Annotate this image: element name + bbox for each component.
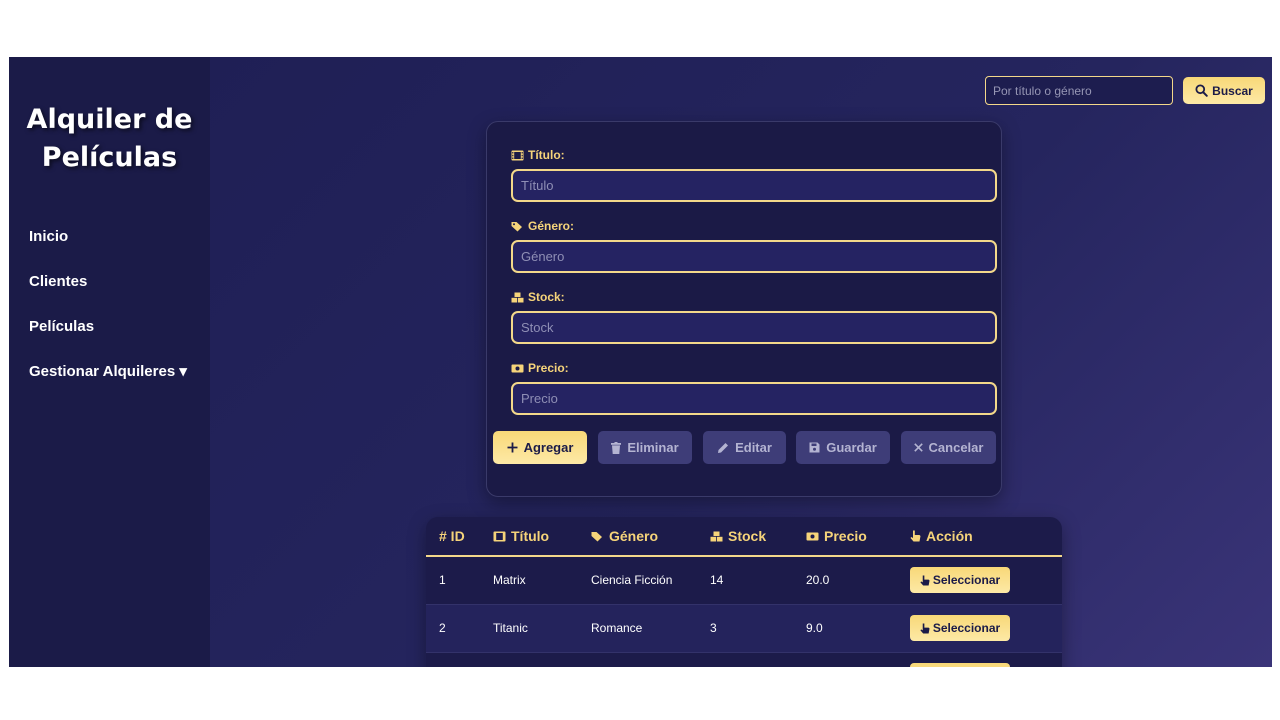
cell-precio: 9.0 bbox=[806, 604, 910, 653]
select-button-partial[interactable] bbox=[910, 663, 1010, 667]
stock-label: Stock: bbox=[511, 290, 565, 304]
titulo-label-text: Título: bbox=[528, 148, 565, 162]
pencil-icon bbox=[717, 442, 729, 454]
table-row-partial bbox=[426, 652, 1062, 667]
col-genero: Género bbox=[591, 517, 710, 557]
cell-accion bbox=[910, 652, 1062, 667]
pointer-icon bbox=[920, 623, 930, 634]
search-icon bbox=[1195, 84, 1208, 97]
col-stock-label: Stock bbox=[728, 528, 767, 544]
col-titulo: Título bbox=[493, 517, 591, 557]
cancel-button-label: Cancelar bbox=[928, 440, 984, 455]
boxes-icon bbox=[710, 531, 723, 542]
cell-stock: 3 bbox=[710, 604, 806, 653]
cell-id: 2 bbox=[426, 604, 493, 653]
brand-title: Alquiler de Películas bbox=[26, 104, 193, 173]
cell-id bbox=[426, 652, 493, 667]
cell-stock bbox=[710, 652, 806, 667]
cancel-button[interactable]: Cancelar bbox=[901, 431, 996, 464]
tags-icon bbox=[511, 221, 524, 232]
add-button-label: Agregar bbox=[523, 440, 574, 455]
edit-button[interactable]: Editar bbox=[703, 431, 786, 464]
money-icon bbox=[511, 363, 524, 374]
plus-icon bbox=[507, 442, 518, 453]
genero-label-text: Género: bbox=[528, 219, 575, 233]
movies-table: # ID Título Género Stock Precio Acción 1… bbox=[426, 517, 1062, 667]
stock-input[interactable] bbox=[511, 311, 997, 344]
col-precio-label: Precio bbox=[824, 528, 867, 544]
col-accion-label: Acción bbox=[926, 528, 973, 544]
col-precio: Precio bbox=[806, 517, 910, 557]
cell-precio bbox=[806, 652, 910, 667]
floppy-icon bbox=[809, 442, 820, 453]
trash-icon bbox=[611, 441, 622, 454]
nav-item-peliculas[interactable]: Películas bbox=[29, 315, 187, 360]
select-button[interactable]: Seleccionar bbox=[910, 567, 1010, 594]
cell-precio: 20.0 bbox=[806, 556, 910, 605]
search-button-label: Buscar bbox=[1212, 83, 1253, 98]
close-icon bbox=[913, 443, 923, 452]
delete-button-label: Eliminar bbox=[627, 440, 679, 455]
col-titulo-label: Título bbox=[511, 528, 550, 544]
nav-item-inicio[interactable]: Inicio bbox=[29, 225, 187, 270]
money-icon bbox=[806, 531, 819, 542]
genero-input[interactable] bbox=[511, 240, 997, 273]
pointer-icon bbox=[910, 530, 921, 542]
tags-icon bbox=[591, 531, 604, 542]
cell-accion: Seleccionar bbox=[910, 604, 1062, 653]
save-button-label: Guardar bbox=[826, 440, 877, 455]
select-button-label: Seleccionar bbox=[932, 573, 1001, 588]
nav-item-gestionar-alquileres[interactable]: Gestionar Alquileres ▾ bbox=[29, 360, 187, 405]
save-button[interactable]: Guardar bbox=[796, 431, 890, 464]
precio-label: Precio: bbox=[511, 361, 569, 375]
edit-button-label: Editar bbox=[735, 440, 772, 455]
col-id: # ID bbox=[426, 517, 493, 557]
col-id-label: # ID bbox=[439, 528, 465, 544]
precio-label-text: Precio: bbox=[528, 361, 569, 375]
main-content: Buscar Título: Género: Stoc bbox=[210, 57, 1272, 667]
cell-genero bbox=[591, 652, 710, 667]
pointer-icon bbox=[920, 575, 930, 586]
nav-item-clientes[interactable]: Clientes bbox=[29, 270, 187, 315]
search-input[interactable] bbox=[985, 76, 1173, 105]
cell-titulo: Matrix bbox=[493, 556, 591, 605]
col-genero-label: Género bbox=[609, 528, 659, 544]
titulo-input[interactable] bbox=[511, 169, 997, 202]
delete-button[interactable]: Eliminar bbox=[598, 431, 692, 464]
table-row: 2 Titanic Romance 3 9.0 Seleccionar bbox=[426, 604, 1062, 653]
sidebar: Alquiler de Películas Inicio Clientes Pe… bbox=[9, 57, 210, 667]
app-window: Alquiler de Películas Inicio Clientes Pe… bbox=[9, 57, 1272, 667]
select-button[interactable]: Seleccionar bbox=[910, 615, 1010, 641]
select-button-label: Seleccionar bbox=[932, 621, 1001, 635]
movie-form: Título: Género: Stock: bbox=[486, 121, 1002, 497]
cell-genero: Romance bbox=[591, 604, 710, 653]
col-stock: Stock bbox=[710, 517, 806, 557]
add-button[interactable]: Agregar bbox=[493, 431, 587, 464]
boxes-icon bbox=[511, 292, 524, 303]
sidebar-nav: Inicio Clientes Películas Gestionar Alqu… bbox=[29, 225, 187, 405]
search-button[interactable]: Buscar bbox=[1183, 77, 1265, 104]
stock-label-text: Stock: bbox=[528, 290, 565, 304]
titulo-label: Título: bbox=[511, 148, 565, 162]
film-icon bbox=[493, 531, 506, 542]
col-accion: Acción bbox=[910, 517, 1062, 557]
cell-stock: 14 bbox=[710, 556, 806, 605]
precio-input[interactable] bbox=[511, 382, 997, 415]
cell-titulo: Titanic bbox=[493, 604, 591, 653]
film-icon bbox=[511, 150, 524, 161]
cell-id: 1 bbox=[426, 556, 493, 605]
table-header: # ID Título Género Stock Precio Acción bbox=[426, 517, 1062, 557]
table-row: 1 Matrix Ciencia Ficción 14 20.0 Selecci… bbox=[426, 556, 1062, 605]
genero-label: Género: bbox=[511, 219, 574, 233]
cell-accion: Seleccionar bbox=[910, 556, 1062, 605]
cell-titulo bbox=[493, 652, 591, 667]
cell-genero: Ciencia Ficción bbox=[591, 556, 710, 605]
